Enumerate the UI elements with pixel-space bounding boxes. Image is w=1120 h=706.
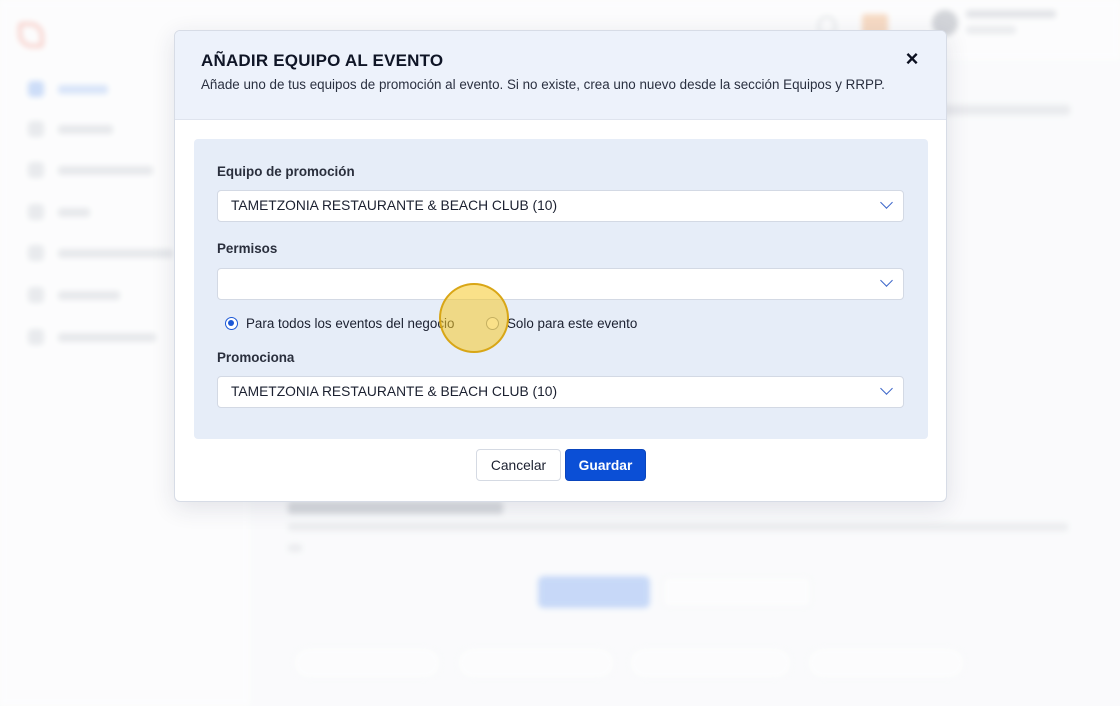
modal-title: AÑADIR EQUIPO AL EVENTO [201, 51, 444, 70]
promotes-label: Promociona [217, 350, 295, 365]
close-icon: × [905, 46, 919, 71]
radio-all-events-label: Para todos los eventos del negocio [246, 316, 455, 331]
radio-icon [225, 317, 238, 330]
chevron-down-icon [880, 382, 893, 395]
chevron-down-icon [880, 274, 893, 287]
promotes-select-value: TAMETZONIA RESTAURANTE & BEACH CLUB (10) [231, 384, 558, 399]
team-select-value: TAMETZONIA RESTAURANTE & BEACH CLUB (10) [231, 198, 558, 213]
permissions-label: Permisos [217, 241, 278, 256]
add-team-modal: AÑADIR EQUIPO AL EVENTO Añade uno de tus… [174, 30, 947, 502]
chevron-down-icon [880, 196, 893, 209]
save-button[interactable]: Guardar [565, 449, 646, 481]
team-select[interactable]: TAMETZONIA RESTAURANTE & BEACH CLUB (10) [217, 190, 904, 222]
radio-icon [486, 317, 499, 330]
modal-subtitle: Añade uno de tus equipos de promoción al… [201, 77, 885, 92]
permissions-select[interactable] [217, 268, 904, 300]
promotes-select[interactable]: TAMETZONIA RESTAURANTE & BEACH CLUB (10) [217, 376, 904, 408]
cancel-button[interactable]: Cancelar [476, 449, 561, 481]
form-panel: Equipo de promoción TAMETZONIA RESTAURAN… [194, 139, 928, 439]
modal-header: AÑADIR EQUIPO AL EVENTO Añade uno de tus… [175, 31, 946, 120]
radio-this-event-label: Solo para este evento [507, 316, 638, 331]
close-button[interactable]: × [900, 47, 924, 71]
team-label: Equipo de promoción [217, 164, 355, 179]
